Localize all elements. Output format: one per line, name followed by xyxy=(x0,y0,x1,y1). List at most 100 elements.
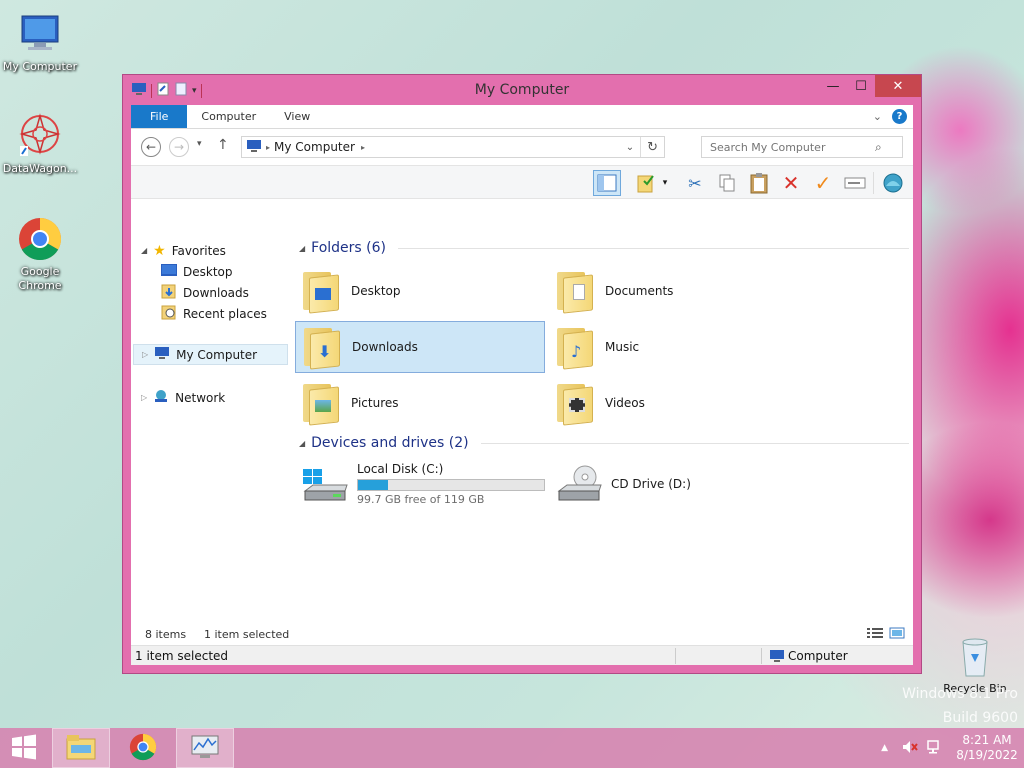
pictures-folder-icon xyxy=(301,382,341,426)
rename-button[interactable]: ✓ xyxy=(809,170,837,196)
group-header-label: Folders (6) xyxy=(311,240,386,256)
disk-usage-fill xyxy=(358,480,389,490)
breadcrumb-separator-icon[interactable]: ▸ xyxy=(266,143,270,152)
maximize-button[interactable]: ☐ xyxy=(847,75,875,97)
nav-item-label: Desktop xyxy=(183,264,233,279)
taskbar-resource-monitor[interactable] xyxy=(176,728,234,768)
folder-tile-desktop[interactable]: Desktop xyxy=(295,265,545,317)
folder-tile-downloads[interactable]: ⬇ Downloads xyxy=(295,321,545,373)
help-icon[interactable]: ? xyxy=(892,109,907,124)
start-button[interactable] xyxy=(0,728,48,768)
status-bar: 1 item selected Computer xyxy=(131,645,913,665)
group-header-drives[interactable]: ◢ Devices and drives (2) xyxy=(299,435,909,451)
nav-item-recent-places[interactable]: Recent places xyxy=(161,303,267,324)
content-pane: ◢ Folders (6) Desktop Documents ⬇ Downlo… xyxy=(289,236,913,625)
group-header-folders[interactable]: ◢ Folders (6) xyxy=(299,240,909,256)
collapse-arrow-icon[interactable]: ◢ xyxy=(141,246,147,255)
up-button[interactable]: ↑ xyxy=(217,137,229,153)
folder-tile-pictures[interactable]: Pictures xyxy=(295,377,545,429)
title-bar[interactable]: ▾ My Computer — ☐ ✕ xyxy=(123,75,921,105)
window-controls: — ☐ ✕ xyxy=(819,75,921,97)
computer-icon xyxy=(16,10,64,58)
folder-label: Documents xyxy=(605,284,674,298)
shell-icon[interactable] xyxy=(879,170,907,196)
nav-item-desktop[interactable]: Desktop xyxy=(161,261,233,282)
search-box[interactable]: ⌕ xyxy=(701,136,903,158)
windows-logo-icon xyxy=(11,734,37,763)
nav-favorites[interactable]: ◢ ★ Favorites xyxy=(141,240,226,261)
explorer-window: ▾ My Computer — ☐ ✕ File Computer View ⌄… xyxy=(122,74,922,674)
watermark-edition: Windows 8.1 Pro xyxy=(902,686,1018,702)
disk-usage-bar xyxy=(357,479,545,491)
folder-tile-videos[interactable]: Videos xyxy=(549,377,799,429)
breadcrumb-my-computer[interactable]: My Computer xyxy=(274,140,355,154)
status-row: 8 items 1 item selected xyxy=(131,625,913,645)
address-dropdown-icon[interactable]: ⌄ xyxy=(626,142,634,153)
properties-button[interactable] xyxy=(633,170,661,196)
minimize-button[interactable]: — xyxy=(819,75,847,97)
refresh-icon[interactable]: ↻ xyxy=(647,140,658,155)
folder-label: Pictures xyxy=(351,396,399,410)
tab-view[interactable]: View xyxy=(270,105,324,128)
downloads-folder-icon xyxy=(161,283,177,302)
taskbar-chrome[interactable] xyxy=(114,728,172,768)
group-header-label: Devices and drives (2) xyxy=(311,435,469,451)
music-folder-icon: ♪ xyxy=(555,326,595,370)
drive-tile-cd-drive[interactable]: CD Drive (D:) xyxy=(555,458,691,510)
videos-folder-icon xyxy=(555,382,595,426)
collapse-arrow-icon[interactable]: ◢ xyxy=(299,244,305,253)
delete-button[interactable]: ✕ xyxy=(777,170,805,196)
close-button[interactable]: ✕ xyxy=(875,75,921,97)
search-input[interactable] xyxy=(710,140,875,154)
copy-button[interactable] xyxy=(713,170,741,196)
drive-label: CD Drive (D:) xyxy=(611,477,691,491)
desktop-icon-label: DataWagon... xyxy=(2,162,78,175)
breadcrumb-separator-icon[interactable]: ▸ xyxy=(361,143,365,152)
desktop-icon-datawagon[interactable]: DataWagon... xyxy=(0,112,80,176)
tab-file[interactable]: File xyxy=(131,105,188,128)
folder-label: Music xyxy=(605,340,640,354)
expand-arrow-icon[interactable]: ▷ xyxy=(141,393,147,402)
navigation-pane-button[interactable] xyxy=(593,170,621,196)
expand-ribbon-icon[interactable]: ⌄ xyxy=(873,110,882,123)
desktop-icon-my-computer[interactable]: My Computer xyxy=(0,10,80,74)
clock-date: 8/19/2022 xyxy=(956,748,1018,762)
window-title: My Computer xyxy=(474,82,570,98)
expand-arrow-icon[interactable]: ▷ xyxy=(142,350,148,359)
nav-item-downloads[interactable]: Downloads xyxy=(161,282,249,303)
collapse-arrow-icon[interactable]: ◢ xyxy=(299,439,305,448)
desktop-icon-chrome[interactable]: Google Chrome xyxy=(0,215,80,293)
tab-computer[interactable]: Computer xyxy=(187,105,270,128)
address-bar[interactable]: ▸ My Computer ▸ ⌄ ↻ xyxy=(241,136,665,158)
file-explorer-icon xyxy=(65,733,97,764)
drive-free-space: 99.7 GB free of 119 GB xyxy=(357,493,485,506)
star-icon: ★ xyxy=(153,242,166,259)
computer-icon xyxy=(246,139,262,156)
forward-button[interactable]: → xyxy=(169,137,189,157)
large-icons-view-icon[interactable] xyxy=(889,627,905,642)
cd-drive-icon xyxy=(555,465,603,503)
nav-my-computer[interactable]: ▷ My Computer xyxy=(133,344,288,365)
show-hidden-icons-icon[interactable]: ▲ xyxy=(881,743,888,753)
nav-favorites-label: Favorites xyxy=(171,243,226,258)
details-view-icon[interactable] xyxy=(867,627,883,642)
volume-muted-icon[interactable] xyxy=(902,739,918,758)
recent-locations-icon[interactable]: ▾ xyxy=(197,139,202,149)
taskbar-clock[interactable]: 8:21 AM 8/19/2022 xyxy=(950,733,1024,763)
rename-field-button[interactable] xyxy=(841,170,869,196)
search-icon[interactable]: ⌕ xyxy=(875,140,882,155)
back-button[interactable]: ← xyxy=(141,137,161,157)
navigation-pane: ◢ ★ Favorites Desktop Downloads Recent p… xyxy=(131,236,289,625)
cut-button[interactable]: ✂ xyxy=(681,170,709,196)
watermark-build: Build 9600 xyxy=(942,710,1018,726)
folder-tile-documents[interactable]: Documents xyxy=(549,265,799,317)
taskbar-file-explorer[interactable] xyxy=(52,728,110,768)
nav-item-label: Recent places xyxy=(183,306,267,321)
properties-dropdown-icon[interactable]: ▾ xyxy=(658,170,672,196)
network-status-icon[interactable] xyxy=(926,739,942,758)
drive-tile-local-disk[interactable]: Local Disk (C:) 99.7 GB free of 119 GB xyxy=(301,458,545,510)
desktop-icon xyxy=(161,264,177,279)
nav-network[interactable]: ▷ Network xyxy=(141,387,225,408)
paste-button[interactable] xyxy=(745,170,773,196)
folder-tile-music[interactable]: ♪ Music xyxy=(549,321,799,373)
